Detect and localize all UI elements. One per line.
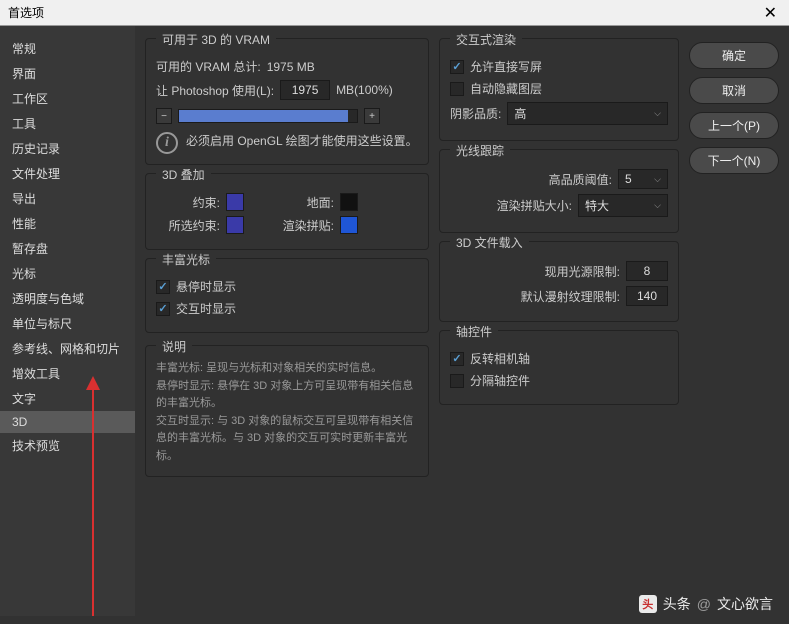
ground-color[interactable]: [340, 193, 358, 211]
dialog-buttons: 确定 取消 上一个(P) 下一个(N): [689, 38, 779, 604]
sidebar-item-type[interactable]: 文字: [0, 386, 135, 411]
vram-title: 可用于 3D 的 VRAM: [156, 31, 276, 48]
sidebar-item-plugins[interactable]: 增效工具: [0, 361, 135, 386]
threshold-select[interactable]: 5 ⌵: [618, 169, 668, 189]
texture-input[interactable]: [626, 286, 668, 306]
rendertile-label: 渲染拼贴:: [270, 217, 334, 234]
sidebar-item-general[interactable]: 常规: [0, 36, 135, 61]
watermark-at: @: [697, 596, 711, 612]
shadow-select[interactable]: 高 ⌵: [507, 102, 668, 125]
description-group: 说明 丰富光标: 呈现与光标和对象相关的实时信息。 悬停时显示: 悬停在 3D …: [145, 345, 429, 477]
ok-button[interactable]: 确定: [689, 42, 779, 69]
axis-group: 轴控件 反转相机轴 分隔轴控件: [439, 330, 679, 405]
chevron-down-icon: ⌵: [654, 108, 661, 119]
sidebar-item-history[interactable]: 历史记录: [0, 136, 135, 161]
threshold-value: 5: [625, 172, 632, 186]
threshold-label: 高品质阈值:: [549, 171, 612, 188]
sidebar-item-export[interactable]: 导出: [0, 186, 135, 211]
separate-label: 分隔轴控件: [470, 372, 530, 389]
tilesize-select[interactable]: 特大 ⌵: [578, 194, 668, 217]
sidebar-item-transparency[interactable]: 透明度与色域: [0, 286, 135, 311]
ground-label: 地面:: [270, 194, 334, 211]
desc-line3: 交互时显示: 与 3D 对象的鼠标交互可呈现带有相关信息的丰富光标。与 3D 对…: [156, 413, 418, 466]
main-area: 常规 界面 工作区 工具 历史记录 文件处理 导出 性能 暂存盘 光标 透明度与…: [0, 26, 789, 616]
cursor-group: 丰富光标 悬停时显示 交互时显示: [145, 258, 429, 333]
sidebar-item-guides[interactable]: 参考线、网格和切片: [0, 336, 135, 361]
interact-checkbox[interactable]: [156, 302, 170, 316]
tilesize-value: 特大: [585, 197, 609, 214]
shadow-label: 阴影品质:: [450, 105, 501, 122]
desc-line1: 丰富光标: 呈现与光标和对象相关的实时信息。: [156, 360, 418, 378]
allconstraint-label: 所选约束:: [156, 217, 220, 234]
fileload-group: 3D 文件载入 现用光源限制: 默认漫射纹理限制:: [439, 241, 679, 322]
vram-total-value: 1975 MB: [267, 60, 315, 74]
slider-plus-icon[interactable]: +: [364, 108, 380, 124]
sidebar-item-workspace[interactable]: 工作区: [0, 86, 135, 111]
slider-minus-icon[interactable]: −: [156, 108, 172, 124]
sidebar-item-cursor[interactable]: 光标: [0, 261, 135, 286]
invert-checkbox[interactable]: [450, 352, 464, 366]
axis-title: 轴控件: [450, 323, 498, 340]
interact-label: 交互时显示: [176, 300, 236, 317]
allconstraint-color[interactable]: [226, 216, 244, 234]
cursor-title: 丰富光标: [156, 251, 216, 268]
vram-total-label: 可用的 VRAM 总计:: [156, 58, 261, 75]
prev-button[interactable]: 上一个(P): [689, 112, 779, 139]
hover-label: 悬停时显示: [176, 278, 236, 295]
close-icon[interactable]: ✕: [760, 3, 781, 23]
hover-checkbox[interactable]: [156, 280, 170, 294]
sidebar-item-filehandling[interactable]: 文件处理: [0, 161, 135, 186]
autohide-checkbox[interactable]: [450, 82, 464, 96]
light-input[interactable]: [626, 261, 668, 281]
interactive-render-group: 交互式渲染 允许直接写屏 自动隐藏图层 阴影品质: 高 ⌵: [439, 38, 679, 141]
constraint-label: 约束:: [156, 194, 220, 211]
tilesize-label: 渲染拼贴大小:: [497, 197, 572, 214]
content-panel: 可用于 3D 的 VRAM 可用的 VRAM 总计: 1975 MB 让 Pho…: [135, 26, 789, 616]
watermark-prefix: 头条: [663, 594, 691, 614]
autohide-label: 自动隐藏图层: [470, 80, 542, 97]
overlay-title: 3D 叠加: [156, 166, 211, 183]
vram-usage-input[interactable]: [280, 80, 330, 100]
sidebar-item-units[interactable]: 单位与标尺: [0, 311, 135, 336]
sidebar-item-preview[interactable]: 技术预览: [0, 433, 135, 458]
texture-label: 默认漫射纹理限制:: [521, 288, 620, 305]
vram-usage-suffix: MB(100%): [336, 83, 393, 97]
watermark: 头 头条 @ 文心欲言: [639, 594, 773, 614]
vram-slider[interactable]: [178, 109, 358, 123]
desc-title: 说明: [156, 338, 192, 357]
overlay-group: 3D 叠加 约束: 地面: 所选约束: 渲染拼贴:: [145, 173, 429, 250]
rendertile-color[interactable]: [340, 216, 358, 234]
interactive-title: 交互式渲染: [450, 31, 522, 48]
sidebar-item-performance[interactable]: 性能: [0, 211, 135, 236]
vram-info-text: 必须启用 OpenGL 绘图才能使用这些设置。: [186, 132, 418, 150]
sidebar-item-scratch[interactable]: 暂存盘: [0, 236, 135, 261]
watermark-name: 文心欲言: [717, 594, 773, 614]
info-icon: i: [156, 132, 178, 154]
fileload-title: 3D 文件载入: [450, 234, 529, 251]
sidebar: 常规 界面 工作区 工具 历史记录 文件处理 导出 性能 暂存盘 光标 透明度与…: [0, 26, 135, 616]
sidebar-item-tools[interactable]: 工具: [0, 111, 135, 136]
vram-group: 可用于 3D 的 VRAM 可用的 VRAM 总计: 1975 MB 让 Pho…: [145, 38, 429, 165]
chevron-down-icon: ⌵: [654, 200, 661, 211]
direct-label: 允许直接写屏: [470, 58, 542, 75]
sidebar-item-3d[interactable]: 3D: [0, 411, 135, 433]
separate-checkbox[interactable]: [450, 374, 464, 388]
shadow-value: 高: [514, 105, 526, 122]
direct-checkbox[interactable]: [450, 60, 464, 74]
raytrace-group: 光线跟踪 高品质阈值: 5 ⌵ 渲染拼贴大小: 特大 ⌵: [439, 149, 679, 233]
vram-usage-label: 让 Photoshop 使用(L):: [156, 82, 274, 99]
light-label: 现用光源限制:: [545, 263, 620, 280]
invert-label: 反转相机轴: [470, 350, 530, 367]
titlebar: 首选项 ✕: [0, 0, 789, 26]
constraint-color[interactable]: [226, 193, 244, 211]
chevron-down-icon: ⌵: [654, 174, 661, 185]
cancel-button[interactable]: 取消: [689, 77, 779, 104]
desc-line2: 悬停时显示: 悬停在 3D 对象上方可呈现带有相关信息的丰富光标。: [156, 378, 418, 413]
window-title: 首选项: [8, 4, 44, 21]
next-button[interactable]: 下一个(N): [689, 147, 779, 174]
raytrace-title: 光线跟踪: [450, 142, 510, 159]
sidebar-item-interface[interactable]: 界面: [0, 61, 135, 86]
watermark-logo-icon: 头: [639, 595, 657, 613]
